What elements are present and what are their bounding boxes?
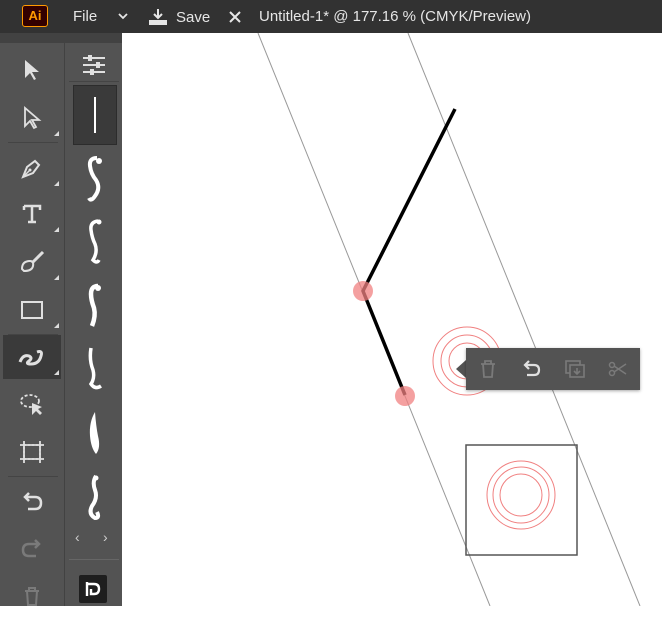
- delete-tool[interactable]: [3, 574, 61, 618]
- artboard-icon: [20, 441, 44, 463]
- save-label: Save: [176, 8, 211, 26]
- anchor-point: [353, 281, 373, 301]
- shaper-tool[interactable]: [3, 335, 61, 379]
- swirl-brush-4[interactable]: [73, 341, 115, 399]
- cut-action[interactable]: [603, 354, 633, 384]
- context-widget: [466, 348, 640, 390]
- drawn-path: [361, 108, 457, 396]
- document-title: Untitled-1* @ 177.16 % (CMYK/Preview): [259, 8, 531, 25]
- prev-button[interactable]: ‹: [75, 530, 80, 544]
- anchor-point: [395, 386, 415, 406]
- swirl-brush-3[interactable]: [73, 277, 115, 335]
- brush-panel: ‹ ›: [64, 43, 124, 606]
- next-button[interactable]: ›: [103, 530, 108, 544]
- redo-icon: [21, 539, 41, 558]
- close-icon[interactable]: [228, 10, 242, 28]
- type-tool[interactable]: [3, 192, 61, 236]
- direct-selection-tool[interactable]: [3, 96, 61, 140]
- save-button[interactable]: Save: [148, 7, 210, 27]
- duplicate-action[interactable]: [560, 354, 590, 384]
- brush-icon: [20, 250, 45, 273]
- swirl-brush-2[interactable]: [73, 213, 115, 271]
- swirl-icon: [88, 283, 101, 327]
- artboard-canvas[interactable]: [122, 33, 662, 606]
- brush-tool[interactable]: [3, 240, 61, 284]
- brush-panel-grip[interactable]: [64, 33, 122, 43]
- rectangle-tool[interactable]: [3, 288, 61, 332]
- hollow-arrow-icon: [24, 106, 42, 130]
- redo-tool[interactable]: [3, 527, 61, 571]
- pen-tool[interactable]: [3, 146, 61, 190]
- trash-icon: [25, 587, 39, 606]
- save-icon: [149, 9, 167, 25]
- swirl-icon: [87, 156, 102, 202]
- rectangle-icon: [21, 301, 43, 319]
- lasso-tool[interactable]: [3, 382, 61, 426]
- artboard-tool[interactable]: [3, 430, 61, 474]
- swirl-brush-1[interactable]: [73, 151, 115, 209]
- context-widget-pointer: [456, 360, 466, 378]
- undo-tool[interactable]: [3, 480, 61, 524]
- swirl-icon: [89, 412, 100, 454]
- brush-panel-nav: ‹ ›: [69, 530, 119, 544]
- illustrator-logo[interactable]: Ai: [22, 5, 48, 27]
- chevron-down-icon[interactable]: [117, 9, 129, 26]
- swirl-brush-5[interactable]: [73, 405, 115, 463]
- menu-bar: Ai File Save Untitled-1* @ 177.16 % (CMY…: [0, 0, 662, 33]
- line-brush-icon: [94, 97, 96, 133]
- swirl-icon: [88, 347, 102, 390]
- swirl-brush-6[interactable]: [73, 469, 115, 527]
- duplicate-icon: [564, 360, 585, 378]
- swirl-icon: [89, 219, 102, 264]
- straight-line-brush[interactable]: [73, 85, 117, 145]
- delete-action[interactable]: [473, 354, 503, 384]
- undo-icon: [523, 360, 541, 377]
- brush-library-button[interactable]: [79, 575, 107, 603]
- selection-tool[interactable]: [3, 48, 61, 92]
- type-icon: [22, 204, 42, 224]
- swirl-icon: [88, 474, 101, 521]
- undo-icon: [23, 492, 43, 511]
- trash-icon: [480, 360, 495, 378]
- scribble-icon: [18, 350, 43, 366]
- library-icon: [85, 582, 101, 596]
- arrow-cursor-icon: [25, 60, 39, 80]
- pen-icon: [21, 159, 41, 179]
- file-menu[interactable]: File: [73, 8, 97, 25]
- undo-action[interactable]: [516, 354, 546, 384]
- toolbar-grip[interactable]: [0, 33, 64, 43]
- sliders-icon[interactable]: [81, 53, 107, 82]
- lasso-icon: [20, 394, 42, 415]
- scissors-icon: [609, 361, 627, 377]
